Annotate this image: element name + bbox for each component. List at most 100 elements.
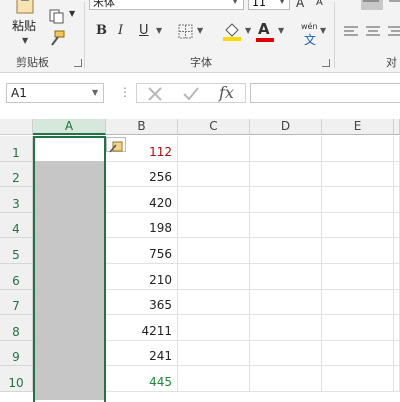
column-header-f[interactable]	[394, 119, 400, 135]
cell-b9[interactable]: 241	[106, 341, 178, 366]
cell-e1[interactable]	[322, 136, 394, 162]
x-icon[interactable]	[147, 86, 163, 102]
column-header-d[interactable]: D	[250, 119, 322, 135]
row-header-1[interactable]: 1	[0, 136, 33, 162]
column-header-b[interactable]: B	[106, 119, 178, 135]
cell-e6[interactable]	[322, 264, 394, 290]
font-name-arrow-icon[interactable]: ▼	[232, 0, 238, 5]
cell-d6[interactable]	[250, 264, 322, 290]
cell-f3[interactable]	[394, 187, 400, 213]
paste-icon[interactable]	[14, 0, 36, 14]
cell-d5[interactable]	[250, 238, 322, 264]
row-header-8[interactable]: 8	[0, 315, 33, 341]
cell-f6[interactable]	[394, 264, 400, 290]
cell-b7[interactable]: 365	[106, 290, 178, 315]
underline-button[interactable]: U	[139, 23, 149, 38]
cell-e2[interactable]	[322, 162, 394, 187]
cell-b2[interactable]: 256	[106, 162, 178, 187]
decrease-font-size-button[interactable]: A	[316, 0, 323, 8]
fill-color-icon[interactable]	[222, 20, 242, 42]
cell-c5[interactable]	[178, 238, 250, 264]
cell-d9[interactable]	[250, 341, 322, 366]
cell-d7[interactable]	[250, 290, 322, 315]
column-header-a[interactable]: A	[33, 119, 106, 135]
cell-e3[interactable]	[322, 187, 394, 213]
font-color-dropdown-icon[interactable]: ▼	[278, 26, 284, 35]
cell-c9[interactable]	[178, 341, 250, 366]
row-header-9[interactable]: 9	[0, 341, 33, 366]
formula-input[interactable]	[250, 83, 400, 103]
cell-c10[interactable]	[178, 366, 250, 392]
row-header-4[interactable]: 4	[0, 213, 33, 238]
cell-c3[interactable]	[178, 187, 250, 213]
row-header-5[interactable]: 5	[0, 238, 33, 264]
font-color-button[interactable]: A	[258, 20, 270, 38]
phonetic-label[interactable]: wén	[301, 22, 318, 31]
cell-b6[interactable]: 210	[106, 264, 178, 290]
cell-c2[interactable]	[178, 162, 250, 187]
copy-dropdown-icon[interactable]: ▼	[69, 9, 75, 18]
cell-b3[interactable]: 420	[106, 187, 178, 213]
cell-f1[interactable]	[394, 136, 400, 162]
copy-icon[interactable]	[48, 8, 66, 24]
cell-b8[interactable]: 4211	[106, 315, 178, 341]
cell-e5[interactable]	[322, 238, 394, 264]
cell-e9[interactable]	[322, 341, 394, 366]
font-name-dropdown[interactable]: 宋体	[89, 0, 244, 10]
cell-d1[interactable]	[250, 136, 322, 162]
cell-d8[interactable]	[250, 315, 322, 341]
phonetic-dropdown-icon[interactable]: ▼	[320, 26, 326, 35]
cell-d3[interactable]	[250, 187, 322, 213]
row-header-6[interactable]: 6	[0, 264, 33, 290]
row-header-2[interactable]: 2	[0, 162, 33, 187]
italic-button[interactable]: I	[118, 23, 123, 38]
clipboard-dialog-launcher-icon[interactable]	[74, 59, 82, 67]
cell-e7[interactable]	[322, 290, 394, 315]
borders-dropdown-icon[interactable]: ▼	[197, 26, 203, 35]
row-header-7[interactable]: 7	[0, 290, 33, 315]
cell-e4[interactable]	[322, 213, 394, 238]
underline-dropdown-icon[interactable]: ▼	[156, 26, 162, 35]
cell-c6[interactable]	[178, 264, 250, 290]
cell-d2[interactable]	[250, 162, 322, 187]
cell-f8[interactable]	[394, 315, 400, 341]
cell-f7[interactable]	[394, 290, 400, 315]
row-header-10[interactable]: 10	[0, 366, 33, 392]
cell-b10[interactable]: 445	[106, 366, 178, 392]
select-all-corner[interactable]	[0, 119, 33, 135]
cell-c4[interactable]	[178, 213, 250, 238]
cell-d10[interactable]	[250, 366, 322, 392]
cell-c8[interactable]	[178, 315, 250, 341]
column-header-c[interactable]: C	[178, 119, 250, 135]
cell-f2[interactable]	[394, 162, 400, 187]
horizontal-align-icons[interactable]	[342, 24, 400, 40]
fill-color-dropdown-icon[interactable]: ▼	[245, 26, 251, 35]
increase-font-size-button[interactable]: A	[296, 0, 304, 10]
phonetic-char[interactable]: 文	[304, 31, 316, 48]
cell-b5[interactable]: 756	[106, 238, 178, 264]
font-size-arrow-icon[interactable]: ▼	[279, 0, 285, 5]
insert-function-button[interactable]: fx	[219, 83, 234, 102]
row-header-3[interactable]: 3	[0, 187, 33, 213]
column-header-e[interactable]: E	[322, 119, 394, 135]
borders-icon[interactable]	[178, 24, 194, 40]
check-icon[interactable]	[182, 86, 200, 102]
name-box[interactable]: A1	[6, 83, 104, 103]
paste-dropdown-icon[interactable]: ▼	[22, 36, 28, 45]
cell-f5[interactable]	[394, 238, 400, 264]
format-painter-icon[interactable]	[48, 30, 66, 46]
formula-bar-grip-icon[interactable]: ⋮	[119, 85, 131, 99]
bold-button[interactable]: B	[96, 23, 107, 38]
font-dialog-launcher-icon[interactable]	[322, 59, 330, 67]
cell-f4[interactable]	[394, 213, 400, 238]
cell-c1[interactable]	[178, 136, 250, 162]
cell-f9[interactable]	[394, 341, 400, 366]
vertical-align-icons[interactable]	[343, 0, 400, 12]
cell-d4[interactable]	[250, 213, 322, 238]
cell-c7[interactable]	[178, 290, 250, 315]
cell-b4[interactable]: 198	[106, 213, 178, 238]
paste-options-button[interactable]	[106, 137, 126, 153]
paste-button[interactable]: 粘贴	[12, 17, 36, 34]
cell-e10[interactable]	[322, 366, 394, 392]
cell-f10[interactable]	[394, 366, 400, 392]
